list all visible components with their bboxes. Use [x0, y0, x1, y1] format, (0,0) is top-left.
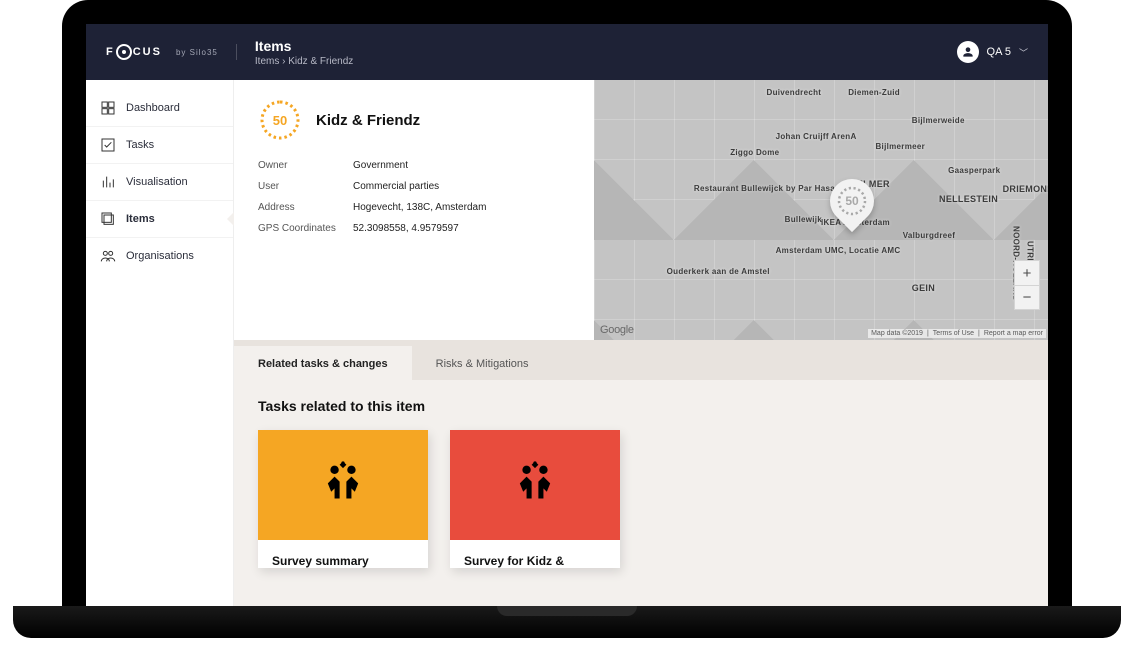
task-card-label: Survey for Kidz &: [450, 540, 620, 568]
task-card-hero: [258, 430, 428, 540]
section-title: Tasks related to this item: [258, 398, 1024, 414]
brand-logo[interactable]: FCUS by Silo35: [106, 44, 237, 60]
people-dancing-icon: [316, 458, 370, 512]
meta-value-owner: Government: [353, 160, 570, 171]
sidebar-item-items[interactable]: Items: [86, 201, 233, 238]
laptop-notch: [497, 606, 637, 616]
main-content: 50 Kidz & Friendz Owner Government User …: [234, 80, 1048, 606]
meta-value-gps: 52.3098558, 4.9579597: [353, 223, 570, 234]
map-place-label: GEIN: [912, 283, 935, 293]
sidebar-item-dashboard[interactable]: Dashboard: [86, 90, 233, 127]
item-score-ring: 50: [258, 98, 302, 142]
breadcrumb: Items › Kidz & Friendz: [255, 56, 353, 67]
items-icon: [100, 211, 116, 227]
user-menu[interactable]: QA 5 ﹀: [957, 41, 1028, 63]
people-dancing-icon: [508, 458, 562, 512]
map-zoom-out-button[interactable]: −: [1015, 285, 1039, 309]
map-place-label: Bijlmermeer: [875, 142, 925, 151]
tasks-icon: [100, 137, 116, 153]
map-place-label: Bullewijk: [785, 215, 822, 224]
tab-risks[interactable]: Risks & Mitigations: [412, 346, 553, 380]
map-pin[interactable]: 50: [830, 179, 874, 235]
organisations-icon: [100, 248, 116, 264]
sidebar-item-label: Visualisation: [126, 176, 188, 188]
task-card-hero: [450, 430, 620, 540]
tabs-strip: Related tasks & changes Risks & Mitigati…: [234, 340, 1048, 380]
map-place-label: Ziggo Dome: [730, 148, 779, 157]
user-name: QA 5: [987, 46, 1011, 58]
task-card[interactable]: Survey summary: [258, 430, 428, 568]
sidebar-item-label: Dashboard: [126, 102, 180, 114]
laptop-frame: FCUS by Silo35 Items Items › Kidz & Frie…: [62, 0, 1072, 606]
item-score-value: 50: [258, 98, 302, 142]
sidebar-item-tasks[interactable]: Tasks: [86, 127, 233, 164]
map-panel[interactable]: Duivendrecht Diemen-Zuid Bijlmerweide Bi…: [594, 80, 1048, 340]
sidebar-item-label: Tasks: [126, 139, 154, 151]
map-provider-label: Google: [600, 324, 634, 336]
map-zoom-in-button[interactable]: +: [1015, 261, 1039, 285]
map-place-label: Amsterdam UMC, Locatie AMC: [776, 246, 901, 255]
header-title-block: Items Items › Kidz & Friendz: [255, 38, 353, 67]
meta-label-gps: GPS Coordinates: [258, 223, 353, 234]
map-place-label: Gaasperpark: [948, 166, 1000, 175]
app-screen: FCUS by Silo35 Items Items › Kidz & Frie…: [86, 24, 1048, 606]
app-header: FCUS by Silo35 Items Items › Kidz & Frie…: [86, 24, 1048, 80]
meta-label-owner: Owner: [258, 160, 353, 171]
item-detail-panel: 50 Kidz & Friendz Owner Government User …: [234, 80, 594, 340]
map-place-label: Duivendrecht: [767, 88, 822, 97]
task-cards: Survey summary Survey for Kidz &: [258, 430, 1024, 568]
task-card[interactable]: Survey for Kidz &: [450, 430, 620, 568]
logo-o-icon: [116, 44, 132, 60]
map-place-label: DRIEMOND: [1003, 184, 1048, 194]
meta-label-user: User: [258, 181, 353, 192]
avatar: [957, 41, 979, 63]
map-report-link[interactable]: Report a map error: [984, 330, 1043, 337]
map-place-label: Restaurant Bullewijck by Par Hasard: [694, 184, 844, 193]
tab-related-tasks[interactable]: Related tasks & changes: [234, 346, 412, 380]
meta-value-user: Commercial parties: [353, 181, 570, 192]
task-card-label: Survey summary: [258, 540, 428, 568]
map-pin-score: 50: [835, 184, 869, 218]
sidebar-item-visualisation[interactable]: Visualisation: [86, 164, 233, 201]
map-terms-link[interactable]: Terms of Use: [933, 330, 974, 337]
tab-content: Tasks related to this item Survey summar…: [234, 380, 1048, 606]
map-place-label: Ouderkerk aan de Amstel: [667, 267, 770, 276]
item-meta-grid: Owner Government User Commercial parties…: [258, 160, 570, 234]
person-icon: [961, 45, 975, 59]
brand-byline: by Silo35: [176, 48, 218, 57]
meta-value-address: Hogevecht, 138C, Amsterdam: [353, 202, 570, 213]
sidebar-item-label: Organisations: [126, 250, 194, 262]
item-title: Kidz & Friendz: [316, 112, 420, 129]
meta-label-address: Address: [258, 202, 353, 213]
dashboard-icon: [100, 100, 116, 116]
chart-icon: [100, 174, 116, 190]
sidebar-item-organisations[interactable]: Organisations: [86, 238, 233, 274]
map-place-label: NELLESTEIN: [939, 194, 998, 204]
map-place-label: Johan Cruijff ArenA: [776, 132, 857, 141]
map-attr-text: Map data ©2019: [871, 330, 923, 337]
map-place-label: Valburgdreef: [903, 231, 956, 240]
page-title: Items: [255, 38, 353, 54]
sidebar: Dashboard Tasks Visualisation: [86, 80, 234, 606]
chevron-down-icon: ﹀: [1019, 46, 1028, 59]
map-place-label: Bijlmerweide: [912, 116, 965, 125]
map-attribution: Map data ©2019 | Terms of Use | Report a…: [868, 329, 1046, 338]
map-zoom-controls: + −: [1014, 260, 1040, 310]
sidebar-item-label: Items: [126, 213, 155, 225]
map-place-label: Diemen-Zuid: [848, 88, 900, 97]
